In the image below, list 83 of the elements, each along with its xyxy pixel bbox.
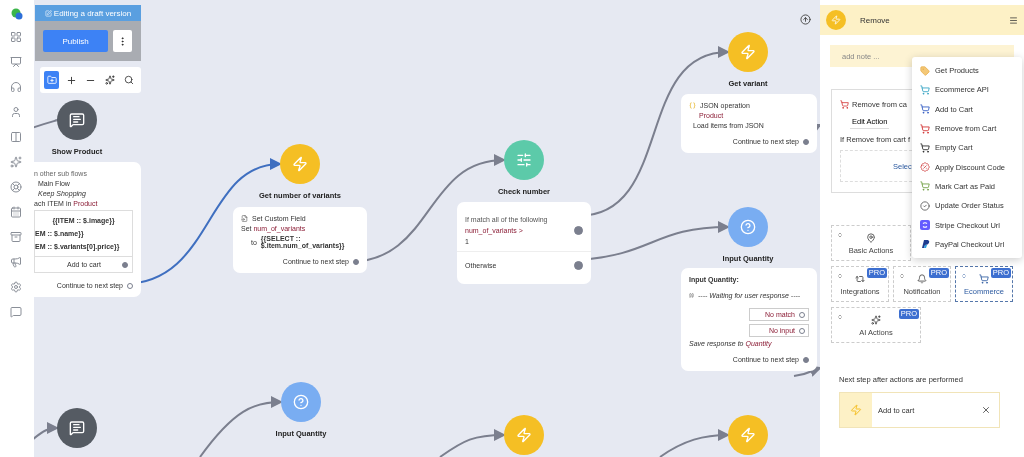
port-dot[interactable] xyxy=(127,282,133,289)
port-dot[interactable] xyxy=(122,261,128,268)
sort-icon xyxy=(837,273,843,279)
port-dot[interactable] xyxy=(799,327,805,334)
close-icon[interactable] xyxy=(981,405,991,415)
logo-icon xyxy=(920,220,930,230)
menu-icon[interactable] xyxy=(1009,15,1018,25)
sidebar-icon[interactable] xyxy=(10,231,22,243)
field-icon xyxy=(241,215,248,222)
port-dot[interactable] xyxy=(574,226,583,235)
bolt-icon xyxy=(516,427,532,443)
port-dot[interactable] xyxy=(803,356,809,363)
chat-icon xyxy=(69,112,85,128)
action-node[interactable] xyxy=(280,144,320,184)
sidebar-icon[interactable] xyxy=(10,256,22,268)
sidebar-icon[interactable] xyxy=(10,81,22,93)
port-dot[interactable] xyxy=(803,138,809,145)
folder-plus-icon xyxy=(46,75,57,85)
category-icon xyxy=(917,274,927,284)
paypal-icon xyxy=(920,239,930,250)
sort-icon xyxy=(837,232,843,238)
question-node[interactable] xyxy=(281,382,321,422)
cart-icon xyxy=(920,104,930,115)
braces-icon xyxy=(689,102,696,109)
category-icon xyxy=(866,233,876,243)
sliders-icon xyxy=(516,152,532,168)
port-dot[interactable] xyxy=(799,311,805,318)
category-icon xyxy=(871,315,881,325)
question-node[interactable] xyxy=(728,207,768,247)
sidebar-icon[interactable] xyxy=(10,281,22,293)
condition-node[interactable] xyxy=(504,140,544,180)
question-icon xyxy=(740,219,756,235)
quote-icon xyxy=(689,293,694,298)
publish-button[interactable]: Publish xyxy=(43,30,108,52)
sort-icon xyxy=(899,273,905,279)
sidebar-icon[interactable] xyxy=(10,206,22,218)
action-node[interactable] xyxy=(504,415,544,455)
category-icon xyxy=(855,274,865,284)
category-icon xyxy=(979,274,989,284)
sidebar-icon[interactable] xyxy=(10,131,22,143)
search-icon xyxy=(124,75,135,85)
connector-line xyxy=(793,365,820,378)
action-node[interactable] xyxy=(728,415,768,455)
sidebar-icon[interactable] xyxy=(10,181,22,193)
logo-icon[interactable] xyxy=(11,8,23,20)
connector-line xyxy=(34,422,59,441)
sort-icon xyxy=(961,273,967,279)
action-node[interactable] xyxy=(728,32,768,72)
bolt-icon xyxy=(740,427,756,443)
connector-line xyxy=(659,429,730,457)
scroll-up-icon[interactable] xyxy=(800,14,811,25)
bolt-icon xyxy=(831,15,841,25)
sidebar-icon[interactable] xyxy=(10,56,22,68)
cart-icon xyxy=(920,142,930,153)
tag-icon xyxy=(920,65,930,76)
sort-icon xyxy=(837,314,843,320)
plus-icon xyxy=(65,74,77,86)
question-icon xyxy=(293,394,309,410)
chat-icon xyxy=(69,420,85,436)
cart-icon xyxy=(920,181,930,192)
bolt-icon xyxy=(850,404,862,416)
draft-label: Editing a draft version xyxy=(53,8,132,18)
message-node[interactable] xyxy=(57,408,97,448)
sidebar-icon[interactable] xyxy=(10,31,22,43)
add-folder-button[interactable] xyxy=(44,71,60,89)
cart-icon xyxy=(920,123,930,134)
cart-icon xyxy=(840,100,849,109)
more-button[interactable] xyxy=(113,30,132,52)
sidebar-icon[interactable] xyxy=(10,156,22,168)
edit-icon xyxy=(44,9,52,17)
port-dot[interactable] xyxy=(574,261,583,270)
sidebar-icon[interactable] xyxy=(10,306,22,318)
bolt-icon xyxy=(292,156,308,172)
bolt-icon xyxy=(740,44,756,60)
connector-line xyxy=(439,429,506,457)
check-circle-icon xyxy=(920,200,930,211)
port-dot[interactable] xyxy=(353,258,359,265)
panel-title: Remove xyxy=(860,15,891,25)
cart-icon xyxy=(920,84,930,95)
sparkle-icon xyxy=(104,75,115,85)
message-node[interactable] xyxy=(57,100,97,140)
discount-icon xyxy=(920,162,930,173)
sidebar-icon[interactable] xyxy=(10,106,22,118)
